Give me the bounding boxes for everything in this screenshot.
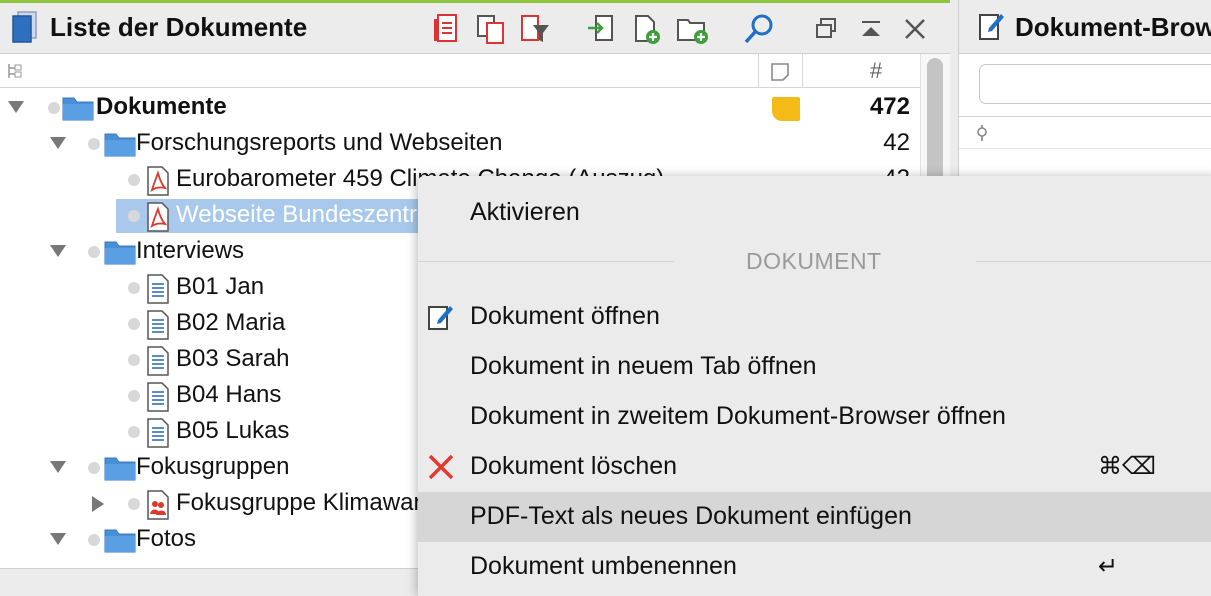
column-separator [758, 54, 759, 88]
memo-column-icon[interactable] [770, 62, 790, 87]
copy-documents-icon[interactable] [474, 11, 508, 47]
activation-dot[interactable] [128, 390, 140, 402]
menu-item-label: Dokument öffnen [470, 302, 660, 330]
new-document-group-icon[interactable] [676, 11, 710, 47]
menu-item-label: Dokument in zweitem Dokument-Browser öff… [470, 402, 1006, 430]
tree-item-label: Webseite Bundeszentrale [176, 201, 450, 228]
section-divider [418, 261, 674, 262]
menu-item[interactable]: Dokument öffnen [418, 292, 1211, 342]
activation-dot[interactable] [88, 138, 100, 150]
expand-triangle-icon[interactable] [50, 245, 66, 257]
activation-dot[interactable] [128, 282, 140, 294]
expand-triangle-icon[interactable] [50, 137, 66, 149]
menu-section-header: DOKUMENT [418, 238, 1211, 278]
menu-item-label: Dokument umbenennen [470, 552, 737, 580]
text-doc-icon [146, 418, 170, 453]
tree-item-label: B03 Sarah [176, 345, 290, 372]
retrieve-segments-icon[interactable] [430, 11, 464, 47]
tree-item-label: Fotos [136, 525, 197, 552]
document-list-icon [10, 9, 40, 48]
tree-item-label: Interviews [136, 237, 245, 264]
pdf-icon [146, 202, 170, 237]
filter-documents-icon[interactable] [518, 11, 552, 47]
panel-title: Liste der Dokumente [50, 12, 308, 42]
folder-icon [104, 454, 136, 487]
text-doc-icon [146, 310, 170, 345]
expand-triangle-icon[interactable] [50, 533, 66, 545]
close-icon[interactable] [898, 11, 932, 47]
collapse-triangle-icon[interactable] [92, 496, 104, 512]
tree-item-label: Forschungsreports und Webseiten [136, 129, 503, 156]
activation-dot[interactable] [128, 174, 140, 186]
activation-dot[interactable] [128, 354, 140, 366]
panel-title: Dokument-Browser [1015, 12, 1211, 42]
menu-item-shortcut: ↵ [1098, 553, 1119, 580]
expand-triangle-icon[interactable] [8, 101, 24, 113]
pdf-icon [146, 166, 170, 201]
menu-item[interactable]: Dokument löschen ⌘⌫ [418, 442, 1211, 492]
delete-x-icon [426, 452, 456, 487]
menu-item-shortcut: ⌘⌫ [1098, 453, 1156, 480]
text-doc-icon [146, 274, 170, 309]
activation-dot[interactable] [128, 498, 140, 510]
memo-icon[interactable] [772, 97, 800, 121]
menu-item-label: Dokument löschen [470, 452, 678, 480]
tree-view-icon[interactable] [6, 62, 24, 85]
tree-item-label: B05 Lukas [176, 417, 290, 444]
document-list-titlebar: Liste der Dokumente [0, 3, 950, 54]
tree-item-label: Fokusgruppen [136, 453, 290, 480]
coded-segments-count: 42 [883, 129, 910, 156]
document-browser-search-field[interactable] [979, 64, 1211, 104]
folder-icon [104, 238, 136, 271]
activation-dot[interactable] [88, 246, 100, 258]
collapse-up-icon[interactable] [854, 11, 888, 47]
tree-folder-row[interactable]: Forschungsreports und Webseiten 42 [0, 126, 920, 162]
column-header: # [0, 54, 920, 88]
column-separator [802, 54, 803, 88]
menu-item[interactable]: Dokument in zweitem Dokument-Browser öff… [418, 392, 1211, 442]
expand-triangle-icon[interactable] [50, 461, 66, 473]
text-doc-icon [146, 346, 170, 381]
tree-item-label: Dokumente [96, 93, 227, 120]
context-menu: Aktivieren DOKUMENT Dokument öffnen Dokum… [418, 176, 1211, 596]
folder-icon [104, 526, 136, 559]
folder-icon [62, 94, 94, 127]
document-browser-titlebar: Dokument-Browser [959, 0, 1211, 54]
menu-item[interactable]: PDF-Text als neues Dokument einfügen [418, 492, 1211, 542]
tree-folder-row[interactable]: Dokumente 472 [0, 90, 920, 126]
section-divider [976, 261, 1211, 262]
menu-item-label: Aktivieren [470, 198, 580, 226]
tree-item-label: B02 Maria [176, 309, 286, 336]
edit-doc-icon [426, 302, 456, 337]
menu-section-title: DOKUMENT [746, 248, 882, 274]
edit-doc-icon [977, 10, 1005, 47]
pin-icon[interactable] [975, 124, 989, 147]
menu-item-label: PDF-Text als neues Dokument einfügen [470, 502, 912, 530]
activation-dot[interactable] [88, 462, 100, 474]
menu-item-label: Dokument in neuem Tab öffnen [470, 352, 817, 380]
undock-window-icon[interactable] [810, 11, 844, 47]
search-icon[interactable] [742, 11, 776, 47]
coded-segments-count: 472 [869, 93, 910, 120]
text-doc-icon [146, 382, 170, 417]
count-column-header[interactable]: # [870, 58, 882, 84]
activation-dot[interactable] [128, 426, 140, 438]
tree-item-label: B04 Hans [176, 381, 282, 408]
focus-group-doc-icon [146, 490, 170, 525]
activation-dot[interactable] [48, 102, 60, 114]
menu-item[interactable]: Dokument in neuem Tab öffnen [418, 342, 1211, 392]
menu-item-activate[interactable]: Aktivieren [418, 188, 1211, 238]
tree-item-label: B01 Jan [176, 273, 265, 300]
divider [959, 148, 1211, 149]
divider [959, 116, 1211, 117]
folder-icon [104, 130, 136, 163]
activation-dot[interactable] [128, 318, 140, 330]
activation-dot[interactable] [128, 210, 140, 222]
new-document-icon[interactable] [630, 11, 664, 47]
import-document-icon[interactable] [584, 11, 618, 47]
activation-dot[interactable] [88, 534, 100, 546]
